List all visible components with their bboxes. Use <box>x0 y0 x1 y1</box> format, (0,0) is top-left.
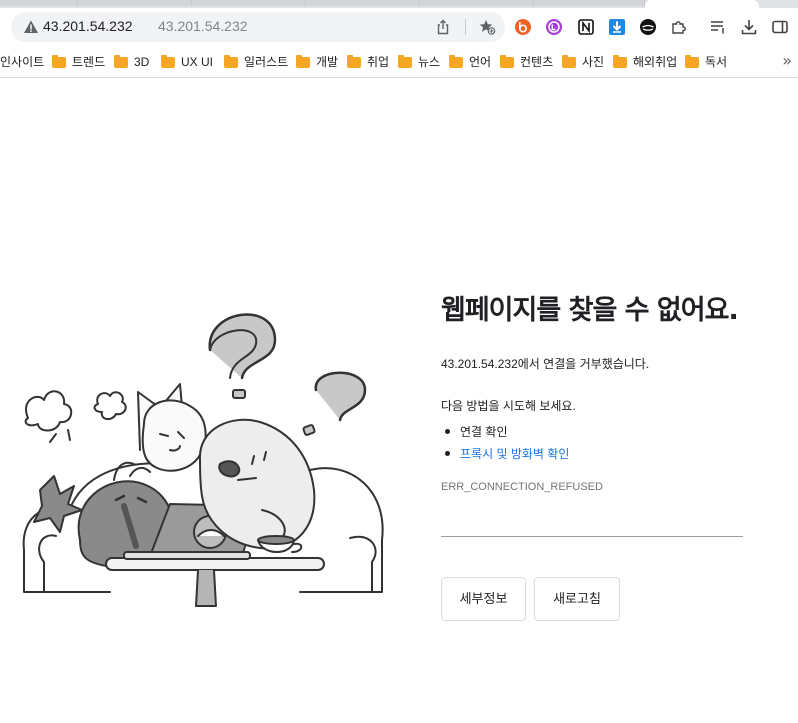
tab[interactable] <box>0 0 78 6</box>
bookmark-folder-news[interactable]: 뉴스 <box>398 53 440 71</box>
suggestions-heading: 다음 방법을 시도해 보세요. <box>441 399 576 413</box>
download-arrow-icon[interactable] <box>608 18 626 36</box>
folder-icon <box>52 55 66 68</box>
reload-button[interactable]: 새로고침 <box>534 577 620 621</box>
bookmark-label: 트렌드 <box>72 55 106 69</box>
bookmark-folder-uxui[interactable]: UX UI <box>161 53 213 71</box>
downloads-icon[interactable] <box>740 18 758 36</box>
bookmark-label: 독서 <box>705 55 728 69</box>
address-bar[interactable]: 43.201.54.232 43.201.54.232 <box>11 12 505 42</box>
bookmark-folder-trend[interactable]: 트렌드 <box>52 53 105 71</box>
bullet <box>445 451 450 456</box>
bookmark-label: UX UI <box>181 55 214 69</box>
lastpass-icon[interactable] <box>545 18 563 36</box>
bookmark-folder-dev[interactable]: 개발 <box>296 53 338 71</box>
bookmark-label: 사진 <box>582 55 605 69</box>
suggestion-check-proxy-firewall[interactable]: 프록시 및 방화벽 확인 <box>445 445 569 462</box>
folder-icon <box>296 55 310 68</box>
page-title: 웹페이지를 찾을 수 없어요. <box>441 295 739 326</box>
error-code: ERR_CONNECTION_REFUSED <box>441 481 603 493</box>
bookmark-folder-job[interactable]: 취업 <box>347 53 389 71</box>
side-panel-icon[interactable] <box>771 18 789 36</box>
bookmark-label: 뉴스 <box>418 55 441 69</box>
active-tab[interactable] <box>645 0 759 8</box>
folder-icon <box>613 55 627 68</box>
bookmarks-overflow-button[interactable]: » <box>782 51 792 70</box>
tab-strip <box>0 0 798 8</box>
bookmark-label: 인사이트 <box>0 55 45 69</box>
bookmark-label: 일러스트 <box>244 55 289 69</box>
bookmark-star-icon[interactable] <box>478 18 496 36</box>
folder-icon <box>500 55 514 68</box>
bookmark-label: 해외취업 <box>633 55 678 69</box>
bookmark-label: 컨텐츠 <box>520 55 554 69</box>
tab[interactable] <box>306 0 420 6</box>
bookmark-folder-language[interactable]: 언어 <box>449 53 491 71</box>
folder-icon <box>224 55 238 68</box>
error-illustration <box>22 313 384 607</box>
bookmarks-bar: 인사이트 트렌드 3D UX UI 일러스트 개발 취업 뉴스 언어 컨텐츠 사… <box>0 46 798 78</box>
speaker-icon[interactable] <box>639 18 657 36</box>
omnibox-separator <box>465 19 466 35</box>
bookmark-folder-reading[interactable]: 독서 <box>685 53 727 71</box>
bookmark-label: 취업 <box>367 55 390 69</box>
bookmark-folder-contents[interactable]: 컨텐츠 <box>500 53 553 71</box>
suggestion-text: 연결 확인 <box>460 425 508 439</box>
error-message: 43.201.54.232에서 연결을 거부했습니다. <box>441 357 650 371</box>
bullet <box>445 429 450 434</box>
bookmark-insight[interactable]: 인사이트 <box>0 53 44 71</box>
address-host-secondary: 43.201.54.232 <box>158 18 248 34</box>
toolbar: 43.201.54.232 43.201.54.232 <box>0 8 798 46</box>
folder-icon <box>685 55 699 68</box>
folder-icon <box>562 55 576 68</box>
not-secure-warning-icon[interactable] <box>23 19 39 35</box>
details-button[interactable]: 세부정보 <box>441 577 526 621</box>
share-icon[interactable] <box>435 19 451 35</box>
folder-icon <box>449 55 463 68</box>
tab[interactable] <box>420 0 534 6</box>
tab[interactable] <box>534 0 645 6</box>
folder-icon <box>398 55 412 68</box>
address-host: 43.201.54.232 <box>43 18 133 34</box>
bookmark-label: 언어 <box>469 55 492 69</box>
folder-icon <box>347 55 361 68</box>
bookmark-folder-illust[interactable]: 일러스트 <box>224 53 288 71</box>
bookmark-label: 3D <box>134 55 150 69</box>
tab[interactable] <box>192 0 306 6</box>
puzzle-icon[interactable] <box>670 18 688 36</box>
bitly-icon[interactable] <box>514 18 532 36</box>
bookmark-folder-3d[interactable]: 3D <box>114 53 149 71</box>
suggestion-link[interactable]: 프록시 및 방화벽 확인 <box>460 447 569 461</box>
bookmark-folder-overseas-job[interactable]: 해외취업 <box>613 53 677 71</box>
folder-icon <box>114 55 128 68</box>
reading-list-icon[interactable] <box>709 18 727 36</box>
folder-icon <box>161 55 175 68</box>
tab[interactable] <box>78 0 192 6</box>
notion-icon[interactable] <box>577 18 595 36</box>
divider <box>441 536 743 537</box>
suggestion-check-connection: 연결 확인 <box>445 423 508 440</box>
bookmark-label: 개발 <box>316 55 339 69</box>
bookmark-folder-photo[interactable]: 사진 <box>562 53 604 71</box>
